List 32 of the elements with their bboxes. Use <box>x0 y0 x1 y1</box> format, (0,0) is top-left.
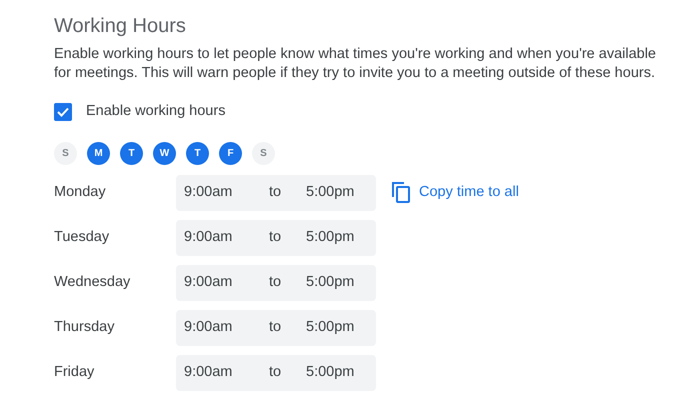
day-label: Monday <box>54 182 107 202</box>
end-time-field[interactable]: 5:00pm <box>306 182 354 204</box>
separator-text: to <box>269 182 282 202</box>
copy-icon <box>392 182 410 204</box>
weekday-toggle[interactable]: T <box>186 142 209 165</box>
weekday-toggle[interactable]: T <box>120 142 143 165</box>
weekday-toggle[interactable]: W <box>153 142 176 165</box>
start-time-field[interactable]: 9:00am <box>184 362 254 384</box>
start-time-field[interactable]: 9:00am <box>184 272 254 294</box>
separator-text: to <box>269 272 282 292</box>
day-label: Friday <box>54 362 96 382</box>
start-time-field[interactable]: 9:00am <box>184 316 254 339</box>
separator-text: to <box>269 318 282 337</box>
checkmark-icon <box>57 106 69 117</box>
day-label: Tuesday <box>54 228 110 247</box>
day-label: Thursday <box>54 318 116 337</box>
separator-text: to <box>269 228 282 247</box>
start-time-field[interactable]: 9:00am <box>184 182 254 204</box>
separator-text: to <box>269 362 282 382</box>
end-time-field[interactable]: 5:00pm <box>306 316 354 339</box>
copy-time-button[interactable]: Copy time to all <box>392 182 519 204</box>
section-title: Working Hours <box>54 14 187 39</box>
description-text: Enable working hours to let people know what times you're working and when you're available for meetings. This will warn people if they try to invite you to a meeting outside of these hours. <box>54 45 657 83</box>
end-time-field[interactable]: 5:00pm <box>306 272 354 294</box>
weekday-toggle[interactable]: F <box>219 142 242 165</box>
enable-checkbox[interactable] <box>54 102 72 121</box>
day-label: Wednesday <box>54 272 132 292</box>
end-time-field[interactable]: 5:00pm <box>306 226 354 249</box>
weekday-toggle[interactable]: M <box>87 142 110 165</box>
start-time-field[interactable]: 9:00am <box>184 226 254 249</box>
checkbox-label: Enable working hours <box>86 102 226 121</box>
end-time-field[interactable]: 5:00pm <box>306 362 354 384</box>
